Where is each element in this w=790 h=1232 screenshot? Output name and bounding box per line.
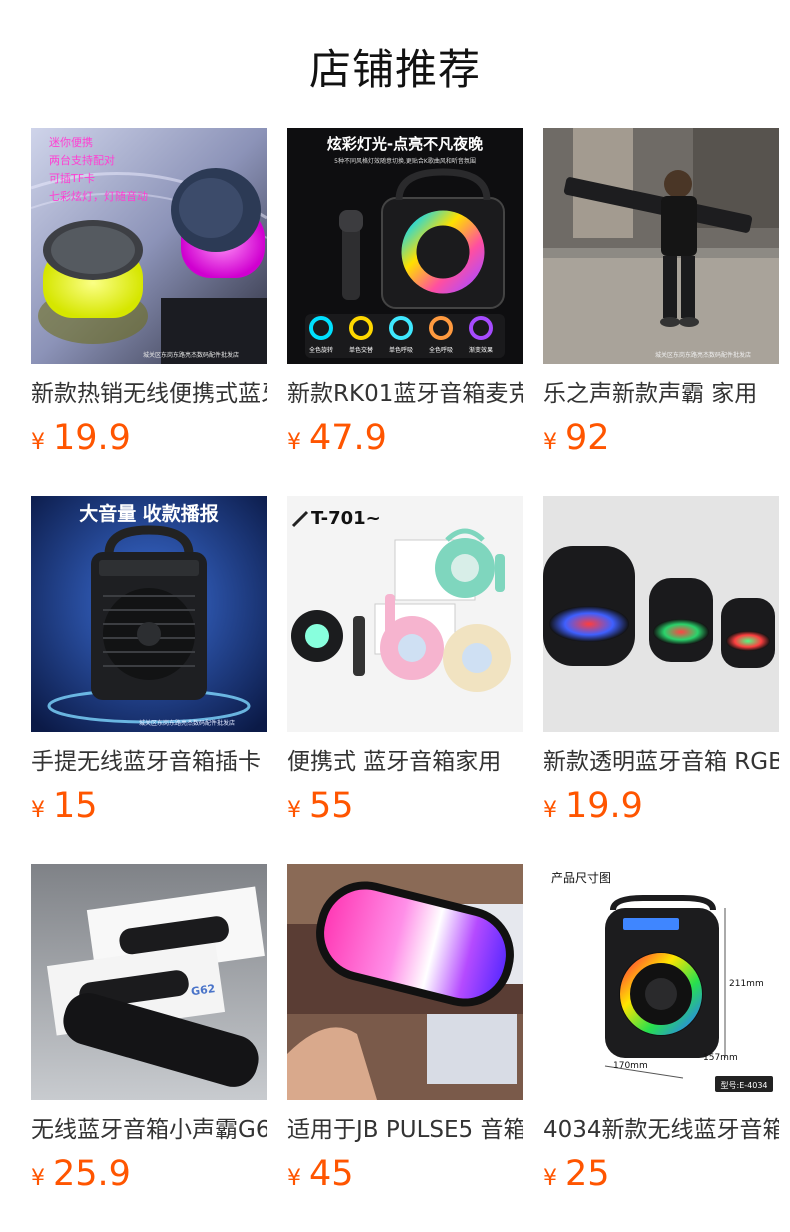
product-image[interactable]: 大音量 收款播报 城关区东岗东路亮杰数码配件批发店 (31, 496, 267, 732)
product-price: ¥25.9 (31, 1152, 131, 1196)
product-image-text: 5种不同风格灯效随意切换,更贴合K歌曲风和听音氛围 (334, 157, 476, 165)
product-price: ¥19.9 (543, 784, 643, 828)
currency-symbol: ¥ (287, 798, 301, 823)
product-name[interactable]: 乐之声新款声霸 家用 (543, 378, 779, 410)
currency-symbol: ¥ (543, 798, 557, 823)
product-image[interactable]: T-701~ (287, 496, 523, 732)
product-image[interactable]: 迷你便携 两台支持配对 可插TF卡 七彩炫灯，灯随音动 城关区东岗东路亮杰数码配… (31, 128, 267, 364)
product-grid: 迷你便携 两台支持配对 可插TF卡 七彩炫灯，灯随音动 城关区东岗东路亮杰数码配… (31, 128, 790, 1232)
product-card[interactable]: 城关区东岗东路亮杰数码配件批发店 乐之声新款声霸 家用 ¥92 (543, 128, 779, 458)
product-image-text: 170mm (613, 1061, 648, 1071)
price-value: 25 (565, 1154, 610, 1194)
product-card[interactable]: T-701~ 便携式 蓝牙音箱家用 ¥55 (287, 496, 523, 826)
price-value: 92 (565, 418, 610, 458)
product-price: ¥92 (543, 416, 610, 460)
product-name[interactable]: 适用于JB PULSE5 音箱 (287, 1114, 523, 1146)
product-image-text: 单色交替 (349, 346, 373, 354)
currency-symbol: ¥ (31, 430, 45, 455)
product-image-text: T-701~ (311, 508, 381, 529)
product-price: ¥15 (31, 784, 98, 828)
product-image-text: 城关区东岗东路亮杰数码配件批发店 (143, 351, 239, 359)
currency-symbol: ¥ (543, 430, 557, 455)
price-value: 45 (309, 1154, 354, 1194)
page-title: 店铺推荐 (308, 45, 481, 94)
currency-symbol: ¥ (543, 1166, 557, 1191)
product-card[interactable]: G62 无线蓝牙音箱小声霸G62 ¥25.9 (31, 864, 267, 1194)
product-name[interactable]: 新款透明蓝牙音箱 RGB (543, 746, 779, 778)
currency-symbol: ¥ (287, 1166, 301, 1191)
price-value: 55 (309, 786, 354, 826)
product-price: ¥25 (543, 1152, 610, 1196)
price-value: 47.9 (309, 418, 387, 458)
product-image-text: 迷你便携 (49, 135, 93, 149)
product-image-text: 型号:E-4034 (721, 1081, 768, 1090)
product-image[interactable]: G62 (31, 864, 267, 1100)
product-image-text: 全色旋转 (309, 346, 333, 354)
price-value: 15 (53, 786, 98, 826)
product-name[interactable]: 4034新款无线蓝牙音箱 (543, 1114, 779, 1146)
product-card[interactable]: 迷你便携 两台支持配对 可插TF卡 七彩炫灯，灯随音动 城关区东岗东路亮杰数码配… (31, 128, 267, 458)
product-price: ¥19.9 (31, 416, 131, 460)
product-name[interactable]: 无线蓝牙音箱小声霸G62 (31, 1114, 267, 1146)
product-image-text: 渐变效果 (469, 346, 493, 354)
product-image-text: 炫彩灯光-点亮不凡夜晚 (327, 135, 483, 153)
product-image-text: 全色呼吸 (429, 346, 453, 354)
product-image-text: 大音量 收款播报 (79, 502, 219, 525)
product-card[interactable]: 炫彩灯光-点亮不凡夜晚 5种不同风格灯效随意切换,更贴合K歌曲风和听音氛围 全色… (287, 128, 523, 458)
product-image-text: 可插TF卡 (49, 171, 95, 185)
product-image-text: 七彩炫灯，灯随音动 (49, 189, 148, 203)
product-image-text: 产品尺寸图 (551, 871, 611, 885)
product-image-text: 两台支持配对 (49, 153, 115, 167)
product-image[interactable]: 产品尺寸图 211mm 157mm 170mm 型号:E-4034 (543, 864, 779, 1100)
price-value: 25.9 (53, 1154, 131, 1194)
product-name[interactable]: 便携式 蓝牙音箱家用 (287, 746, 523, 778)
product-price: ¥45 (287, 1152, 354, 1196)
product-image-text: 211mm (729, 979, 764, 989)
product-image-text: 城关区东岗东路亮杰数码配件批发店 (655, 351, 751, 359)
product-image[interactable]: 城关区东岗东路亮杰数码配件批发店 (543, 128, 779, 364)
product-card[interactable]: 适用于JB PULSE5 音箱 ¥45 (287, 864, 523, 1194)
price-value: 19.9 (53, 418, 131, 458)
product-price: ¥47.9 (287, 416, 387, 460)
currency-symbol: ¥ (287, 430, 301, 455)
product-image[interactable]: 炫彩灯光-点亮不凡夜晚 5种不同风格灯效随意切换,更贴合K歌曲风和听音氛围 全色… (287, 128, 523, 364)
currency-symbol: ¥ (31, 1166, 45, 1191)
product-name[interactable]: 新款热销无线便携式蓝牙音箱 (31, 378, 267, 410)
product-image-text: 单色呼吸 (389, 346, 413, 354)
product-name[interactable]: 新款RK01蓝牙音箱麦克风 (287, 378, 523, 410)
product-price: ¥55 (287, 784, 354, 828)
product-image[interactable] (543, 496, 779, 732)
product-name[interactable]: 手提无线蓝牙音箱插卡 (31, 746, 267, 778)
product-card[interactable]: 新款透明蓝牙音箱 RGB ¥19.9 (543, 496, 779, 826)
product-card[interactable]: 大音量 收款播报 城关区东岗东路亮杰数码配件批发店 手提无线蓝牙音箱插卡 ¥ 1… (31, 496, 267, 826)
product-card[interactable]: 产品尺寸图 211mm 157mm 170mm 型号:E-4034 4034新款… (543, 864, 779, 1194)
product-image-text: 城关区东岗东路亮杰数码配件批发店 (139, 719, 235, 727)
currency-symbol: ¥ (31, 798, 45, 823)
product-image[interactable] (287, 864, 523, 1100)
product-image-text: 157mm (703, 1053, 738, 1063)
price-value: 19.9 (565, 786, 643, 826)
